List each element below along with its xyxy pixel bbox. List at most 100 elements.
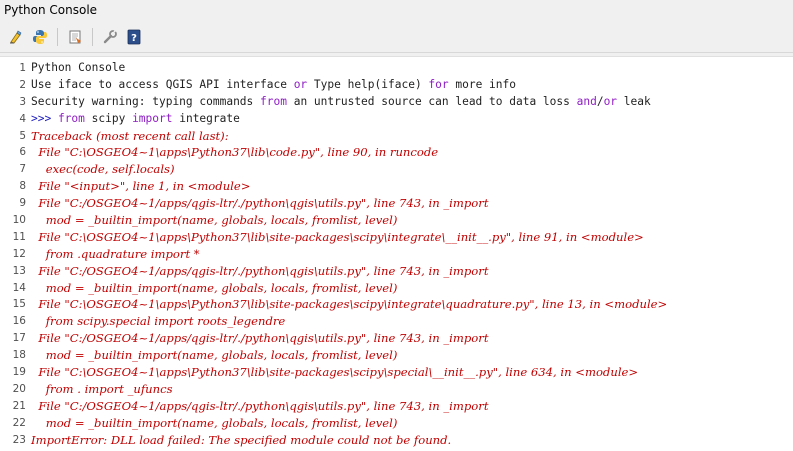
console-line: 10 mod = _builtin_import(name, globals, … xyxy=(0,212,793,229)
line-number: 23 xyxy=(12,433,26,446)
traceback-text: ImportError: DLL load failed: The specif… xyxy=(31,432,451,449)
text-token: File "C:\OSGEO4~1\apps\Python37\lib\site… xyxy=(31,297,668,312)
clear-console-icon xyxy=(10,30,22,44)
traceback-text: File "C:/OSGEO4~1/apps/qgis-ltr/./python… xyxy=(31,195,488,212)
keyword-token: import xyxy=(132,111,173,125)
line-number: 13 xyxy=(12,264,26,277)
text-token: leak xyxy=(617,94,651,108)
line-number: 6 xyxy=(19,146,26,159)
text-token: Traceback (most recent call last): xyxy=(31,128,229,143)
console-line: 9 File "C:/OSGEO4~1/apps/qgis-ltr/./pyth… xyxy=(0,195,793,212)
text-token: File "C:\OSGEO4~1\apps\Python37\lib\site… xyxy=(31,229,644,244)
line-number: 14 xyxy=(12,281,26,294)
run-script-button[interactable] xyxy=(65,26,85,48)
line-number: 2 xyxy=(19,78,26,91)
traceback-text: File "C:/OSGEO4~1/apps/qgis-ltr/./python… xyxy=(31,330,488,347)
traceback-text: mod = _builtin_import(name, globals, loc… xyxy=(31,212,398,229)
console-line: 22 mod = _builtin_import(name, globals, … xyxy=(0,415,793,432)
text-token: scipy xyxy=(84,111,133,125)
traceback-text: from .quadrature import * xyxy=(31,246,200,263)
console-line: 5 Traceback (most recent call last): xyxy=(0,128,793,145)
console-text: Security warning: typing commands from a… xyxy=(31,94,651,111)
text-token: File "C:\OSGEO4~1\apps\Python37\lib\site… xyxy=(31,365,639,380)
python-console-window: Python Console ? 1 Python Console 2 Use … xyxy=(0,0,793,451)
svg-text:?: ? xyxy=(131,33,137,44)
line-number: 21 xyxy=(12,399,26,412)
run-script-icon xyxy=(69,30,81,44)
text-token: File "C:\OSGEO4~1\apps\Python37\lib\code… xyxy=(31,145,439,160)
console-line: 1 Python Console xyxy=(0,60,793,77)
traceback-text: mod = _builtin_import(name, globals, loc… xyxy=(31,347,398,364)
console-line: 3 Security warning: typing commands from … xyxy=(0,94,793,111)
line-number: 11 xyxy=(12,230,26,243)
settings-button[interactable] xyxy=(100,26,120,48)
traceback-text: mod = _builtin_import(name, globals, loc… xyxy=(31,280,398,297)
text-token: File "C:/OSGEO4~1/apps/qgis-ltr/./python… xyxy=(31,331,489,346)
text-token: File "C:/OSGEO4~1/apps/qgis-ltr/./python… xyxy=(31,263,489,278)
python-button[interactable] xyxy=(30,26,50,48)
toolbar-separator xyxy=(57,28,58,46)
console-line: 11 File "C:\OSGEO4~1\apps\Python37\lib\s… xyxy=(0,229,793,246)
console-line: 17 File "C:/OSGEO4~1/apps/qgis-ltr/./pyt… xyxy=(0,330,793,347)
console-line: 19 File "C:\OSGEO4~1\apps\Python37\lib\s… xyxy=(0,364,793,381)
text-token: Security warning: typing commands xyxy=(31,94,261,108)
text-token: Python Console xyxy=(31,61,126,74)
console-line: 20 from . import _ufuncs xyxy=(0,381,793,398)
help-icon: ? xyxy=(127,29,141,45)
text-token: mod = _builtin_import(name, globals, loc… xyxy=(31,280,398,295)
line-number: 1 xyxy=(19,62,26,74)
text-token: from . import _ufuncs xyxy=(31,381,173,396)
text-token: from scipy.special import roots_legendre xyxy=(31,314,286,329)
panel-title: Python Console xyxy=(4,3,98,17)
line-number: 19 xyxy=(12,366,26,379)
line-number: 22 xyxy=(12,416,26,429)
console-lines: 1 Python Console 2 Use iface to access QGIS… xyxy=(0,60,793,448)
console-line: 21 File "C:/OSGEO4~1/apps/qgis-ltr/./pyt… xyxy=(0,398,793,415)
clear-console-button[interactable] xyxy=(6,26,26,48)
text-token: Type help(iface) xyxy=(307,77,429,91)
text-token: exec(code, self.locals) xyxy=(31,162,175,177)
traceback-text: File "C:\OSGEO4~1\apps\Python37\lib\site… xyxy=(31,364,638,381)
python-icon xyxy=(33,30,47,44)
keyword-token: from xyxy=(260,94,287,108)
help-button[interactable]: ? xyxy=(124,26,144,48)
line-number: 8 xyxy=(19,180,26,193)
console-text: Use iface to access QGIS API interface o… xyxy=(31,77,516,94)
console-text: Python Console xyxy=(31,60,125,77)
console-line: 4 >>> from scipy import integrate xyxy=(0,111,793,128)
keyword-token: and xyxy=(576,94,597,108)
traceback-text: File "<input>", line 1, in <module> xyxy=(31,178,250,195)
text-token: Use iface to access QGIS API interface xyxy=(31,77,294,91)
text-token: mod = _builtin_import(name, globals, loc… xyxy=(31,213,398,228)
traceback-text: File "C:/OSGEO4~1/apps/qgis-ltr/./python… xyxy=(31,263,488,280)
console-line: 2 Use iface to access QGIS API interface … xyxy=(0,77,793,94)
line-number: 15 xyxy=(12,298,26,311)
traceback-text: from scipy.special import roots_legendre xyxy=(31,313,286,330)
line-number: 18 xyxy=(12,349,26,362)
traceback-text: File "C:\OSGEO4~1\apps\Python37\lib\code… xyxy=(31,144,438,161)
text-token: from .quadrature import * xyxy=(31,246,200,261)
keyword-token: for xyxy=(428,77,449,91)
traceback-text: File "C:/OSGEO4~1/apps/qgis-ltr/./python… xyxy=(31,398,488,415)
toolbar-separator xyxy=(92,28,93,46)
console-line: 23 ImportError: DLL load failed: The spec… xyxy=(0,432,793,449)
line-number: 9 xyxy=(19,197,26,210)
console-line: 15 File "C:\OSGEO4~1\apps\Python37\lib\s… xyxy=(0,296,793,313)
traceback-text: mod = _builtin_import(name, globals, loc… xyxy=(31,415,398,432)
settings-wrench-icon xyxy=(103,29,117,44)
console-line: 18 mod = _builtin_import(name, globals, … xyxy=(0,347,793,364)
console-line: 6 File "C:\OSGEO4~1\apps\Python37\lib\co… xyxy=(0,144,793,161)
traceback-text: Traceback (most recent call last): xyxy=(31,128,229,145)
keyword-token: or xyxy=(603,94,618,108)
text-token: integrate xyxy=(172,111,240,125)
traceback-text: from . import _ufuncs xyxy=(31,381,173,398)
text-token: ImportError: DLL load failed: The specif… xyxy=(31,432,452,447)
keyword-token: from xyxy=(57,111,85,125)
text-token: File "<input>", line 1, in <module> xyxy=(31,179,251,194)
text-token: more info xyxy=(448,77,516,91)
console-output-area[interactable]: 1 Python Console 2 Use iface to access QGIS… xyxy=(0,56,793,451)
text-token: / xyxy=(596,94,604,108)
console-line: 14 mod = _builtin_import(name, globals, … xyxy=(0,280,793,297)
line-number: 20 xyxy=(12,382,26,395)
text-token: File "C:/OSGEO4~1/apps/qgis-ltr/./python… xyxy=(31,398,489,413)
